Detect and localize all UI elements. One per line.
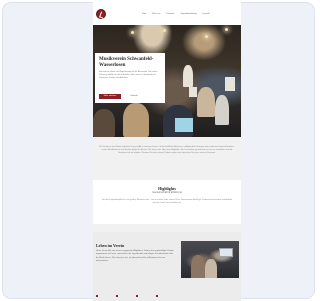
social-icon[interactable] [116, 295, 118, 297]
contact-button[interactable]: Kontakt [124, 94, 144, 99]
nav-item-start[interactable]: Start [142, 13, 146, 16]
website-page[interactable]: Start Über uns Konzerte Jugendausbildung… [93, 0, 241, 301]
intro-section: Die Freude an der Musik verbindet Jung u… [93, 137, 241, 180]
hero-buttons: Mehr erfahren Kontakt [99, 94, 144, 99]
hero-title: Musikverein Schwanfeld-Wasserlosen [99, 57, 154, 68]
nav-item-about[interactable]: Über uns [152, 13, 160, 16]
musician-figure [93, 109, 115, 137]
hero-card: Musikverein Schwanfeld-Wasserlosen Wir s… [95, 53, 165, 103]
hero-section: Musikverein Schwanfeld-Wasserlosen Wir s… [93, 25, 241, 137]
musician-figure [183, 65, 193, 87]
social-icon[interactable] [96, 295, 98, 297]
about-section: Leben im Verein Unser Verein lebt von se… [93, 232, 241, 301]
screen-display [219, 248, 233, 257]
main-nav: Start Über uns Konzerte Jugendausbildung… [142, 13, 209, 16]
about-photo [181, 241, 239, 278]
musician-figure [197, 87, 215, 117]
stage-light [205, 35, 208, 38]
about-text: Unser Verein lebt von seinen engagierten… [96, 250, 174, 262]
about-title: Leben im Verein [96, 243, 125, 248]
music-stand [189, 87, 197, 97]
musician-figure [215, 95, 229, 125]
logo-icon[interactable] [96, 9, 106, 19]
nav-item-contact[interactable]: Kontakt [203, 13, 210, 16]
highlights-section: Highlights Gemeinschaft & Erfahrung Von … [93, 180, 241, 224]
learn-more-button[interactable]: Mehr erfahren [99, 94, 121, 99]
highlights-subtitle: Gemeinschaft & Erfahrung [152, 191, 182, 194]
music-tablet [175, 118, 193, 132]
musician-figure [123, 103, 149, 137]
music-stand [225, 77, 235, 91]
section-divider [93, 224, 241, 232]
nav-item-concerts[interactable]: Konzerte [166, 13, 174, 16]
nav-item-youth[interactable]: Jugendausbildung [180, 13, 196, 16]
highlights-text: Von der Jugendkapelle bis zum großen Bla… [101, 199, 233, 204]
social-icon[interactable] [156, 295, 158, 297]
stage-light [131, 31, 134, 34]
social-icons [96, 295, 158, 297]
intro-text: Die Freude an der Musik verbindet Jung u… [98, 146, 236, 155]
site-header: Start Über uns Konzerte Jugendausbildung… [93, 0, 241, 24]
person-figure [191, 255, 205, 278]
stage-light [225, 28, 228, 31]
person-figure [205, 259, 217, 278]
stage-light [163, 29, 166, 32]
social-icon[interactable] [136, 295, 138, 297]
hero-text: Wir sind ein Verein mit Begeisterung für… [99, 71, 158, 79]
